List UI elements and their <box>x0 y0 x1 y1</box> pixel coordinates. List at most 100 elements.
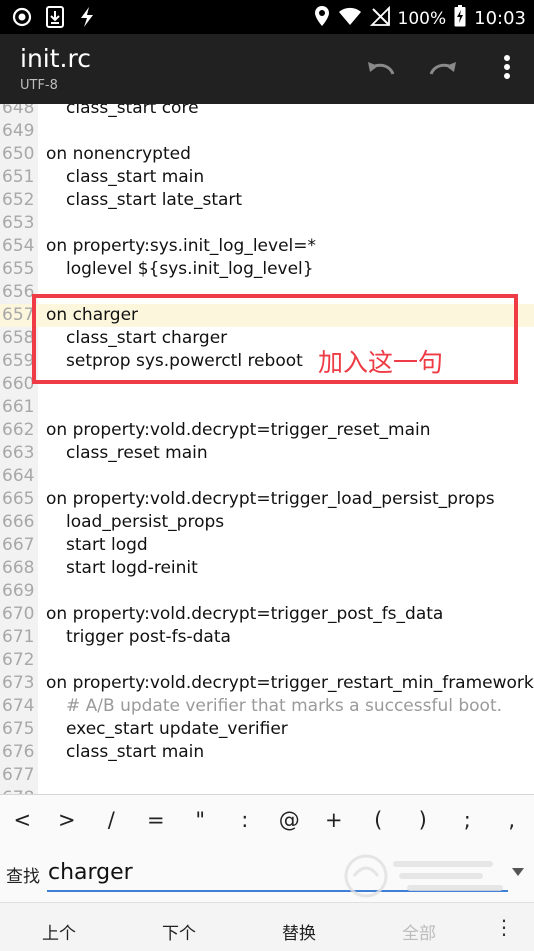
code-line[interactable]: 672 <box>0 649 534 672</box>
line-number: 673 <box>0 672 38 695</box>
line-text: load_persist_props <box>66 511 224 534</box>
line-number: 653 <box>0 212 38 235</box>
code-line[interactable]: 664 <box>0 465 534 488</box>
code-line[interactable]: 662 on property:vold.decrypt=trigger_rese… <box>0 419 534 442</box>
code-line[interactable]: 675 exec_start update_verifier <box>0 718 534 741</box>
symbol-key[interactable]: + <box>312 808 357 832</box>
line-number: 667 <box>0 534 38 557</box>
no-signal-icon <box>370 6 390 31</box>
code-editor[interactable]: 648 class_start core 649650on nonencrypted… <box>0 104 534 794</box>
code-line[interactable]: 676class_start main <box>0 741 534 764</box>
code-line[interactable]: 678 <box>0 787 534 794</box>
code-line[interactable]: 648 class_start core <box>0 104 534 120</box>
code-line[interactable]: 649 <box>0 120 534 143</box>
symbol-key[interactable]: > <box>45 808 90 832</box>
annotation-text: 加入这一句 <box>318 343 443 379</box>
line-text: on property:vold.decrypt=trigger_load_pe… <box>46 488 495 511</box>
line-number: 666 <box>0 511 38 534</box>
next-match-button[interactable]: 下个 <box>162 919 196 944</box>
code-line[interactable]: 670on property:vold.decrypt=trigger_post… <box>0 603 534 626</box>
line-number: 668 <box>0 557 38 580</box>
symbol-key[interactable]: / <box>89 808 134 832</box>
line-number: 669 <box>0 580 38 603</box>
search-action-bar: 上个 下个 替换 全部 ⋮ <box>0 902 534 951</box>
symbol-key[interactable]: ) <box>401 808 446 832</box>
watermark-logo <box>340 846 510 906</box>
symbol-key[interactable]: ; <box>445 808 490 832</box>
line-number: 675 <box>0 718 38 741</box>
code-line[interactable]: 652 class_start late_start <box>0 189 534 212</box>
previous-match-button[interactable]: 上个 <box>42 919 76 944</box>
line-number: 648 <box>0 104 38 120</box>
search-label: 查找 <box>6 862 40 887</box>
code-line[interactable]: 677 <box>0 764 534 787</box>
replace-all-button[interactable]: 全部 <box>402 919 436 944</box>
code-lines: 648 class_start core 649650on nonencrypted… <box>0 104 534 794</box>
line-text: on property:vold.decrypt=trigger_restart… <box>46 672 534 695</box>
code-line[interactable]: 671trigger post-fs-data <box>0 626 534 649</box>
symbol-key[interactable]: : <box>223 808 268 832</box>
status-bar: 100% 10:03 <box>0 0 534 34</box>
location-icon <box>314 5 330 32</box>
line-number: 655 <box>0 258 38 281</box>
code-line[interactable]: 654 on property:sys.init_log_level=* <box>0 235 534 258</box>
annotation-highlight-box <box>32 294 518 384</box>
symbol-key[interactable]: = <box>134 808 179 832</box>
code-line[interactable]: 667start logd <box>0 534 534 557</box>
line-text: on nonencrypted <box>46 143 191 166</box>
line-number: 649 <box>0 120 38 143</box>
status-bar-left <box>12 6 96 32</box>
code-line[interactable]: 661 <box>0 396 534 419</box>
code-line[interactable]: 665on property:vold.decrypt=trigger_load… <box>0 488 534 511</box>
line-text: loglevel ${sys.init_log_level} <box>66 258 314 281</box>
file-title: init.rc <box>20 44 91 73</box>
line-number: 651 <box>0 166 38 189</box>
code-line[interactable]: 653 <box>0 212 534 235</box>
code-line[interactable]: 663class_reset main <box>0 442 534 465</box>
code-line[interactable]: 668 start logd-reinit <box>0 557 534 580</box>
line-text: class_start core <box>66 104 199 120</box>
code-line[interactable]: 666 load_persist_props <box>0 511 534 534</box>
app-toolbar: init.rc UTF-8 <box>0 34 534 104</box>
symbol-key[interactable]: < <box>0 808 45 832</box>
line-text: on property:vold.decrypt=trigger_reset_m… <box>46 419 431 442</box>
symbol-key[interactable]: @ <box>267 808 312 832</box>
undo-button[interactable] <box>364 52 398 86</box>
line-text: exec_start update_verifier <box>66 718 288 741</box>
battery-charging-icon <box>454 5 466 32</box>
code-line[interactable]: 655 loglevel ${sys.init_log_level} <box>0 258 534 281</box>
code-line[interactable]: 673 on property:vold.decrypt=trigger_rest… <box>0 672 534 695</box>
symbol-bar: <>/=":@+();, <box>0 794 534 845</box>
file-encoding: UTF-8 <box>20 78 58 93</box>
line-number: 661 <box>0 396 38 419</box>
symbol-key[interactable]: ( <box>356 808 401 832</box>
code-line[interactable]: 674# A/B update verifier that marks a su… <box>0 695 534 718</box>
line-number: 670 <box>0 603 38 626</box>
code-line[interactable]: 651class_start main <box>0 166 534 189</box>
line-text: on property:sys.init_log_level=* <box>46 235 316 258</box>
download-icon <box>46 6 64 32</box>
line-number: 662 <box>0 419 38 442</box>
wifi-icon <box>338 6 362 31</box>
code-line[interactable]: 650on nonencrypted <box>0 143 534 166</box>
redo-button[interactable] <box>426 52 460 86</box>
line-text: class_start main <box>66 741 204 764</box>
line-number: 674 <box>0 695 38 718</box>
symbol-key[interactable]: , <box>490 808 534 832</box>
line-text: start logd-reinit <box>66 557 198 580</box>
search-history-dropdown-icon[interactable] <box>512 868 524 876</box>
overflow-menu-button[interactable] <box>490 52 524 86</box>
flash-icon <box>78 6 96 32</box>
clock: 10:03 <box>474 8 526 29</box>
symbol-key[interactable]: " <box>178 808 223 832</box>
line-number: 652 <box>0 189 38 212</box>
line-number: 654 <box>0 235 38 258</box>
more-options-icon[interactable]: ⋮ <box>494 915 514 939</box>
code-line[interactable]: 669 <box>0 580 534 603</box>
line-text: class_start late_start <box>66 189 242 212</box>
record-icon <box>12 7 32 31</box>
redo-icon <box>428 57 458 81</box>
replace-button[interactable]: 替换 <box>282 919 316 944</box>
more-vert-icon <box>503 54 511 84</box>
line-text: class_reset main <box>66 442 208 465</box>
